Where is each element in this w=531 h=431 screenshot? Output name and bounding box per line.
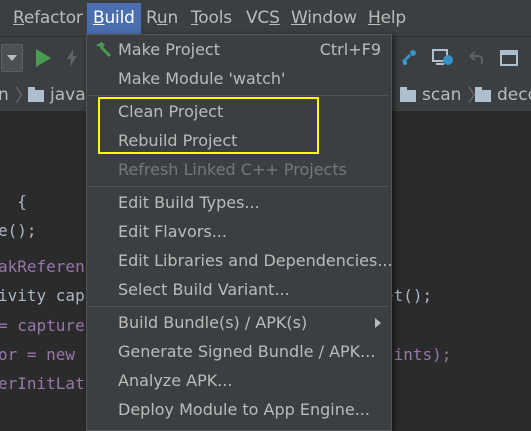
undo-button[interactable] (464, 37, 486, 79)
menu-bar: Refactor Build Run Tools VCS Window Help (0, 0, 531, 36)
menu-vcs[interactable]: VCS (246, 8, 280, 28)
sync-button[interactable] (398, 37, 422, 79)
device-manager-button[interactable] (430, 37, 456, 79)
menu-run[interactable]: Run (146, 8, 178, 28)
mnemonic-letter: H (368, 8, 381, 28)
menu-divider (88, 95, 390, 96)
structure-icon (500, 50, 518, 66)
code-line: { (0, 192, 27, 211)
menu-build[interactable]: Build (87, 3, 141, 34)
sync-icon (401, 50, 416, 65)
device-icon (432, 49, 453, 65)
code-line: = capture (0, 316, 85, 335)
config-dropdown[interactable] (0, 37, 24, 79)
menu-item-build-bundle[interactable]: Build Bundle(s) / APK(s) (87, 308, 391, 337)
code-token: = capture (0, 316, 85, 335)
menu-divider (88, 306, 390, 307)
breadcrumb-scan[interactable]: scan〉 (400, 79, 485, 111)
mnemonic-letter: B (93, 8, 105, 28)
menu-window[interactable]: Window (291, 8, 357, 28)
code-line: e(); (0, 221, 37, 240)
code-line: akReferen (0, 257, 85, 276)
mnemonic-letter: u (156, 8, 168, 28)
mnemonic-letter: W (291, 8, 308, 28)
chevron-down-icon (7, 55, 17, 61)
folder-icon (475, 87, 491, 102)
code-fragment: hints); (384, 345, 452, 364)
menu-item-deploy-module[interactable]: Deploy Module to App Engine... (87, 395, 391, 424)
menu-item-make-module[interactable]: Make Module 'watch' (87, 64, 391, 93)
menu-tools[interactable]: Tools (191, 8, 232, 28)
menu-item-generate-signed[interactable]: Generate Signed Bundle / APK... (87, 337, 391, 366)
run-button[interactable] (30, 37, 56, 79)
menu-item-edit-libraries[interactable]: Edit Libraries and Dependencies... (87, 246, 393, 275)
menu-item-edit-build-types[interactable]: Edit Build Types... (87, 188, 391, 217)
hammer-icon (96, 42, 112, 58)
run-icon (36, 49, 51, 67)
folder-icon (400, 87, 416, 102)
menu-item-edit-flavors[interactable]: Edit Flavors... (87, 217, 391, 246)
lightning-icon (67, 49, 77, 67)
highlight-annotation-box (98, 97, 319, 154)
structure-button[interactable] (498, 37, 520, 79)
menu-refactor[interactable]: Refactor (13, 8, 83, 28)
mnemonic-letter: R (13, 8, 24, 28)
menu-item-analyze-apk[interactable]: Analyze APK... (87, 366, 391, 395)
folder-icon (28, 87, 44, 102)
code-line: or = new I (0, 345, 95, 364)
build-menu: Make Project Ctrl+F9 Make Module 'watch'… (86, 34, 393, 431)
apply-changes-button[interactable] (62, 37, 82, 79)
mnemonic-letter: T (191, 8, 199, 28)
code-line: ivity cap (0, 286, 85, 305)
menu-divider (88, 186, 390, 187)
menu-item-make-project[interactable]: Make Project Ctrl+F9 (87, 35, 391, 64)
dropdown-box (1, 44, 23, 72)
menu-item-refresh-cpp: Refresh Linked C++ Projects (118, 160, 347, 179)
code-line: erInitLat (0, 374, 85, 393)
menu-item-select-build-variant[interactable]: Select Build Variant... (87, 275, 391, 304)
submenu-arrow-icon (375, 318, 381, 328)
breadcrumb-deco[interactable]: deco (475, 79, 531, 111)
undo-icon (469, 51, 483, 64)
mnemonic-letter: S (269, 8, 280, 28)
menu-help[interactable]: Help (368, 8, 406, 28)
